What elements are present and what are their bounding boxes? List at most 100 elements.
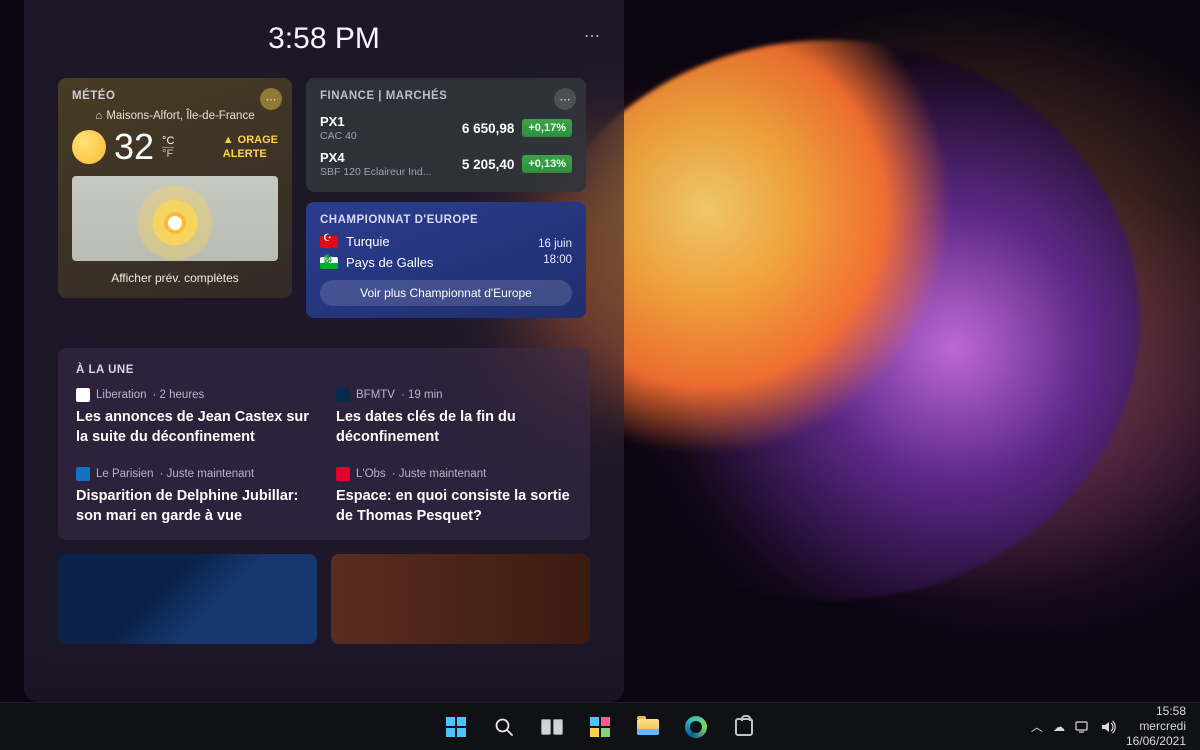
- search-icon: [494, 717, 514, 737]
- volume-icon[interactable]: [1100, 719, 1116, 735]
- team-1-name: Turquie: [346, 234, 390, 249]
- weather-map[interactable]: [72, 176, 278, 261]
- start-button[interactable]: [436, 707, 476, 747]
- finance-name: CAC 40: [320, 130, 440, 142]
- finance-symbol: PX1: [320, 114, 462, 129]
- news-source: Liberation · 2 heures: [76, 388, 312, 402]
- news-source-meta: · Juste maintenant: [392, 468, 487, 480]
- news-source-meta: · 19 min: [401, 389, 443, 401]
- news-headline: Disparition de Delphine Jubillar: son ma…: [76, 487, 312, 526]
- panel-fade: [24, 642, 624, 702]
- weather-location: ⌂ Maisons-Alfort, Île-de-France: [72, 110, 278, 122]
- finance-symbol: PX4: [320, 150, 462, 165]
- finance-row[interactable]: PX1 CAC 40 6 650,98 +0,17%: [320, 110, 572, 146]
- system-tray[interactable]: ︿ ☁: [1031, 718, 1116, 735]
- news-source-name: Liberation: [96, 389, 147, 401]
- search-button[interactable]: [484, 707, 524, 747]
- weather-alert: ▲ ORAGE ALERTE: [223, 133, 278, 162]
- edge-button[interactable]: [676, 707, 716, 747]
- file-explorer-button[interactable]: [628, 707, 668, 747]
- source-icon: [76, 467, 90, 481]
- news-source: Le Parisien · Juste maintenant: [76, 467, 312, 481]
- source-icon: [76, 388, 90, 402]
- finance-value: 6 650,98: [462, 121, 515, 136]
- widgets-header: 3:58 PM ⋯: [58, 22, 590, 56]
- weather-more-icon[interactable]: ⋯: [260, 88, 282, 110]
- widgets-button[interactable]: [580, 707, 620, 747]
- sports-more-button[interactable]: Voir plus Championnat d'Europe: [320, 280, 572, 306]
- taskbar-center: [436, 707, 764, 747]
- home-icon: ⌂: [95, 110, 102, 122]
- widgets-right-col: FINANCE | MARCHÉS ⋯ PX1 CAC 40 6 650,98 …: [306, 78, 586, 318]
- finance-card[interactable]: FINANCE | MARCHÉS ⋯ PX1 CAC 40 6 650,98 …: [306, 78, 586, 192]
- news-card: À LA UNE Liberation · 2 heures Les annon…: [58, 348, 590, 540]
- news-item[interactable]: Liberation · 2 heures Les annonces de Je…: [76, 388, 312, 447]
- finance-title: FINANCE | MARCHÉS: [320, 90, 572, 102]
- news-source-name: L'Obs: [356, 468, 386, 480]
- folder-icon: [637, 719, 659, 735]
- news-title: À LA UNE: [76, 364, 572, 376]
- store-icon: [735, 718, 753, 736]
- widgets-panel: 3:58 PM ⋯ MÉTÉO ⋯ ⌂ Maisons-Alfort, Île-…: [24, 0, 624, 702]
- network-icon[interactable]: [1075, 719, 1090, 734]
- news-source-name: Le Parisien: [96, 468, 154, 480]
- team-2: Pays de Galles: [320, 255, 538, 270]
- weather-location-text: Maisons-Alfort, Île-de-France: [106, 110, 254, 122]
- taskbar-date: 16/06/2021: [1126, 734, 1186, 749]
- news-image-tile[interactable]: [58, 554, 317, 644]
- unit-f[interactable]: °F: [162, 148, 174, 160]
- finance-name: SBF 120 Eclaireur Ind...: [320, 166, 440, 178]
- finance-change: +0,17%: [522, 119, 572, 137]
- finance-change: +0,13%: [522, 155, 572, 173]
- team-2-name: Pays de Galles: [346, 255, 433, 270]
- match-date: 16 juin: [538, 236, 572, 252]
- warning-icon: ▲: [223, 133, 234, 147]
- source-icon: [336, 388, 350, 402]
- news-item[interactable]: BFMTV · 19 min Les dates clés de la fin …: [336, 388, 572, 447]
- widgets-clock: 3:58 PM: [268, 22, 380, 56]
- taskbar: ︿ ☁ 15:58 mercredi 16/06/2021: [0, 702, 1200, 750]
- weather-units[interactable]: °C °F: [162, 135, 174, 160]
- taskbar-clock[interactable]: 15:58 mercredi 16/06/2021: [1126, 704, 1186, 749]
- alert-line2: ALERTE: [223, 147, 267, 161]
- news-headline: Espace: en quoi consiste la sortie de Th…: [336, 487, 572, 526]
- finance-value: 5 205,40: [462, 157, 515, 172]
- windows-logo-icon: [446, 717, 466, 737]
- finance-more-icon[interactable]: ⋯: [554, 88, 576, 110]
- news-item[interactable]: Le Parisien · Juste maintenant Dispariti…: [76, 467, 312, 526]
- sports-match: Turquie Pays de Galles 16 juin 18:00: [320, 234, 572, 270]
- taskbar-right: ︿ ☁ 15:58 mercredi 16/06/2021: [1031, 704, 1200, 749]
- store-button[interactable]: [724, 707, 764, 747]
- sports-title: CHAMPIONNAT D'EUROPE: [320, 214, 572, 226]
- weather-temp: 32: [114, 126, 154, 168]
- weather-card[interactable]: MÉTÉO ⋯ ⌂ Maisons-Alfort, Île-de-France …: [58, 78, 292, 298]
- news-source: L'Obs · Juste maintenant: [336, 467, 572, 481]
- flag-turkey-icon: [320, 236, 338, 248]
- match-datetime: 16 juin 18:00: [538, 236, 572, 268]
- news-source-name: BFMTV: [356, 389, 395, 401]
- news-item[interactable]: L'Obs · Juste maintenant Espace: en quoi…: [336, 467, 572, 526]
- weather-forecast-link[interactable]: Afficher prév. complètes: [72, 271, 278, 285]
- news-source: BFMTV · 19 min: [336, 388, 572, 402]
- chevron-up-icon[interactable]: ︿: [1031, 718, 1043, 735]
- news-image-row: [58, 554, 590, 644]
- news-image-tile[interactable]: [331, 554, 590, 644]
- alert-line1: ORAGE: [238, 133, 278, 147]
- onedrive-icon[interactable]: ☁: [1053, 720, 1065, 734]
- taskbar-time: 15:58: [1126, 704, 1186, 719]
- flag-wales-icon: [320, 257, 338, 269]
- weather-title: MÉTÉO: [72, 90, 278, 102]
- source-icon: [336, 467, 350, 481]
- news-source-meta: · 2 heures: [153, 389, 205, 401]
- taskview-button[interactable]: [532, 707, 572, 747]
- match-time: 18:00: [538, 252, 572, 268]
- unit-c[interactable]: °C: [162, 135, 174, 148]
- taskview-icon: [541, 719, 563, 735]
- news-source-meta: · Juste maintenant: [160, 468, 255, 480]
- sun-icon: [72, 130, 106, 164]
- finance-row[interactable]: PX4 SBF 120 Eclaireur Ind... 5 205,40 +0…: [320, 146, 572, 182]
- sports-card[interactable]: CHAMPIONNAT D'EUROPE Turquie Pays de Gal…: [306, 202, 586, 318]
- widgets-more-icon[interactable]: ⋯: [584, 26, 600, 46]
- widgets-icon: [590, 717, 610, 737]
- news-grid: Liberation · 2 heures Les annonces de Je…: [76, 388, 572, 526]
